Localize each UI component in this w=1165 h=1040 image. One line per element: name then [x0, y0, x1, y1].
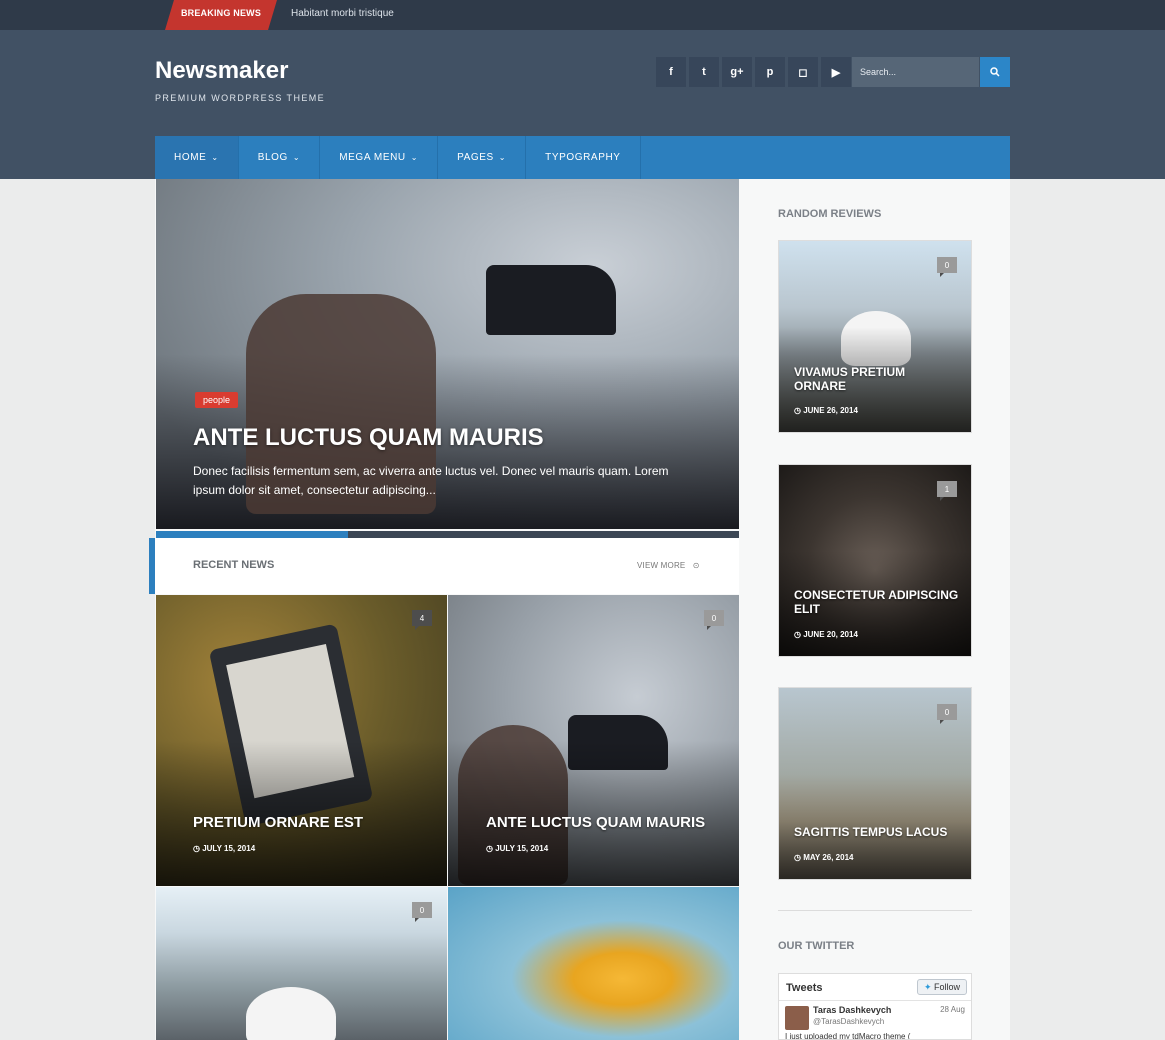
- tweet-author-name[interactable]: Taras Dashkevych: [813, 1005, 891, 1015]
- breaking-news-bar: BREAKING NEWS Habitant morbi tristique: [0, 0, 1165, 30]
- nav-item-label: HOME: [174, 152, 207, 163]
- card-date-text: JUNE 26, 2014: [803, 406, 858, 415]
- news-card[interactable]: [448, 887, 739, 1040]
- comment-count-badge[interactable]: 0: [412, 902, 432, 922]
- comment-count-badge[interactable]: 0: [937, 704, 957, 724]
- card-date: ◷ JUNE 20, 2014: [794, 630, 858, 639]
- social-links: f t g+ p ◻ ▶: [656, 57, 851, 87]
- card-title[interactable]: ANTE LUCTUS QUAM MAURIS: [486, 814, 705, 831]
- follow-label: Follow: [934, 982, 961, 992]
- nav-item-pages[interactable]: PAGES ⌄: [438, 136, 527, 179]
- site-title[interactable]: Newsmaker: [155, 57, 288, 85]
- card-date-text: JULY 15, 2014: [495, 844, 549, 853]
- nav-item-blog[interactable]: BLOG ⌄: [239, 136, 321, 179]
- card-date: ◷ JUNE 26, 2014: [794, 406, 858, 415]
- site-header: Newsmaker PREMIUM WORDPRESS THEME f t g+…: [0, 30, 1165, 179]
- card-date-text: MAY 26, 2014: [803, 853, 854, 862]
- nav-item-label: BLOG: [257, 152, 288, 163]
- arrow-circle-icon: ⊙: [687, 561, 700, 570]
- tweet-date[interactable]: 28 Aug: [940, 1005, 965, 1014]
- breaking-news-headline[interactable]: Habitant morbi tristique: [291, 8, 394, 19]
- pinterest-icon[interactable]: p: [755, 57, 785, 87]
- card-title[interactable]: VIVAMUS PRETIUM ORNARE: [794, 365, 944, 393]
- card-overlay: [448, 595, 739, 886]
- sidebar-divider: [778, 910, 972, 911]
- piano-shape: [486, 265, 616, 335]
- clock-icon: ◷: [794, 630, 804, 639]
- clock-icon: ◷: [486, 844, 496, 853]
- nav-item-home[interactable]: HOME ⌄: [155, 136, 239, 179]
- comment-count-badge[interactable]: 0: [937, 257, 957, 277]
- card-title[interactable]: SAGITTIS TEMPUS LACUS: [794, 825, 964, 839]
- news-card[interactable]: [156, 595, 447, 886]
- category-tag[interactable]: people: [195, 392, 239, 408]
- card-date: ◷ JULY 15, 2014: [193, 844, 255, 853]
- news-card[interactable]: [156, 887, 447, 1040]
- news-card[interactable]: [448, 595, 739, 886]
- twitter-widget: Tweets ✦ Follow Taras Dashkevych @TarasD…: [778, 973, 972, 1040]
- card-date-text: JUNE 20, 2014: [803, 630, 858, 639]
- chevron-down-icon: ⌄: [292, 153, 301, 162]
- review-card[interactable]: 0 SAGITTIS TEMPUS LACUS ◷ MAY 26, 2014: [778, 687, 972, 880]
- card-date: ◷ MAY 26, 2014: [794, 853, 853, 862]
- comment-count-badge[interactable]: 0: [704, 610, 724, 630]
- site-tagline: PREMIUM WORDPRESS THEME: [155, 93, 326, 103]
- follow-button[interactable]: ✦ Follow: [917, 979, 967, 995]
- nav-item-label: PAGES: [457, 152, 494, 163]
- nav-item-mega-menu[interactable]: MEGA MENU ⌄: [320, 136, 439, 179]
- chevron-down-icon: ⌄: [498, 153, 507, 162]
- hero-description: Donec facilisis fermentum sem, ac viverr…: [193, 464, 669, 497]
- airplane-shape: [246, 987, 336, 1040]
- hero-title[interactable]: ANTE LUCTUS QUAM MAURIS: [193, 424, 544, 452]
- google-plus-icon[interactable]: g+: [722, 57, 752, 87]
- twitter-bird-icon: ✦: [923, 981, 932, 992]
- view-more-label: VIEW MORE: [637, 561, 686, 570]
- view-more-link[interactable]: VIEW MORE ⊙: [637, 561, 700, 570]
- card-title[interactable]: PRETIUM ORNARE EST: [193, 814, 363, 831]
- twitter-divider: [779, 1000, 971, 1001]
- facebook-icon[interactable]: f: [656, 57, 686, 87]
- twitter-icon[interactable]: t: [689, 57, 719, 87]
- search-button[interactable]: [980, 57, 1010, 87]
- slider-progress: [156, 531, 739, 538]
- tweets-header: Tweets: [786, 982, 823, 994]
- nav-item-typography[interactable]: TYPOGRAPHY: [526, 136, 641, 179]
- breaking-news-label: BREAKING NEWS: [165, 0, 277, 30]
- instagram-icon[interactable]: ◻: [788, 57, 818, 87]
- clock-icon: ◷: [193, 844, 203, 853]
- comment-count-badge[interactable]: 4: [412, 610, 432, 630]
- tweet-author-handle[interactable]: @TarasDashkevych: [813, 1017, 884, 1026]
- avatar[interactable]: [785, 1006, 809, 1030]
- clock-icon: ◷: [794, 406, 804, 415]
- search-input[interactable]: [852, 57, 979, 87]
- review-card[interactable]: 0 VIVAMUS PRETIUM ORNARE ◷ JUNE 26, 2014: [778, 240, 972, 433]
- tweet-text: I just uploaded my tdMacro theme (: [785, 1032, 911, 1040]
- card-date-text: JULY 15, 2014: [202, 844, 256, 853]
- random-reviews-title: RANDOM REVIEWS: [778, 208, 882, 220]
- review-card[interactable]: 1 CONSECTETUR ADIPISCING ELIT ◷ JUNE 20,…: [778, 464, 972, 657]
- recent-news-title: RECENT NEWS: [193, 559, 275, 571]
- nav-item-label: TYPOGRAPHY: [545, 152, 621, 163]
- main-nav: HOME ⌄ BLOG ⌄ MEGA MENU ⌄ PAGES ⌄ TYPOGR…: [155, 136, 1010, 179]
- comment-count-badge[interactable]: 1: [937, 481, 957, 501]
- chevron-down-icon: ⌄: [410, 153, 419, 162]
- card-title[interactable]: CONSECTETUR ADIPISCING ELIT: [794, 588, 964, 616]
- card-overlay: [156, 595, 447, 886]
- our-twitter-title: OUR TWITTER: [778, 940, 855, 952]
- search-icon: [990, 67, 1000, 77]
- slider-progress-fill: [156, 531, 349, 538]
- clock-icon: ◷: [794, 853, 804, 862]
- youtube-icon[interactable]: ▶: [821, 57, 851, 87]
- nav-item-label: MEGA MENU: [339, 152, 406, 163]
- card-date: ◷ JULY 15, 2014: [486, 844, 548, 853]
- chevron-down-icon: ⌄: [211, 153, 219, 162]
